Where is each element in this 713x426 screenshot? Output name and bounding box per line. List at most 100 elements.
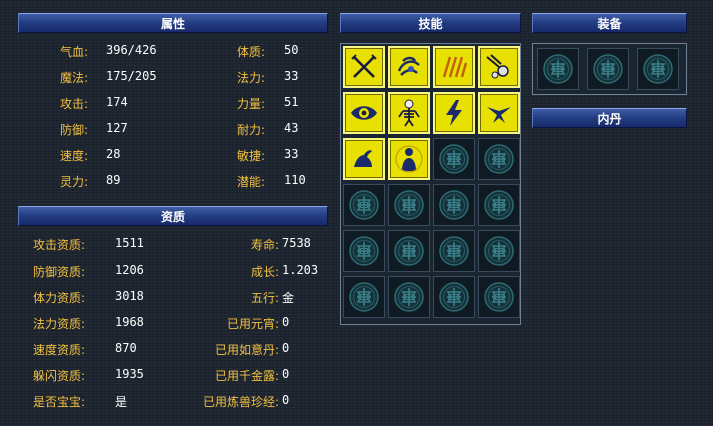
attr-value-mp: 175/205: [106, 69, 157, 83]
apt-label-qianjinlu: 已用千金露:: [214, 369, 279, 383]
lightning-icon: [438, 97, 470, 129]
skill-slot-empty[interactable]: [388, 184, 430, 226]
attr-label-defense: 防御:: [59, 123, 88, 137]
apt-label-lianshou: 已用炼兽珍经:: [202, 395, 279, 409]
skill-slot[interactable]: [433, 46, 475, 88]
apt-value-attack: 1511: [115, 236, 144, 250]
apt-label-defense: 防御资质:: [33, 265, 86, 279]
attr-label-speed: 速度:: [59, 149, 88, 163]
skill-slot-empty[interactable]: [478, 184, 520, 226]
equipment-grid: [532, 43, 687, 95]
empty-slot-emblem-icon: [483, 189, 515, 221]
attr-label-attack: 攻击:: [59, 97, 88, 111]
attr-value-hp: 396/426: [106, 43, 157, 57]
empty-slot-emblem-icon: [483, 143, 515, 175]
apt-value-element: 金: [282, 291, 295, 305]
empty-slot-emblem-icon: [438, 189, 470, 221]
empty-slot-emblem-icon: [393, 189, 425, 221]
empty-slot-emblem-icon: [592, 53, 624, 85]
empty-slot-emblem-icon: [438, 143, 470, 175]
empty-slot-emblem-icon: [438, 235, 470, 267]
skill-slot-empty[interactable]: [343, 230, 385, 272]
skill-slot-empty[interactable]: [433, 184, 475, 226]
attr-label-spirit: 灵力:: [59, 175, 88, 189]
attr-label-agility: 敏捷:: [236, 149, 265, 163]
eye-icon: [348, 97, 380, 129]
empty-slot-emblem-icon: [348, 281, 380, 313]
empty-slot-emblem-icon: [483, 235, 515, 267]
neidan-header: 内丹: [532, 108, 687, 128]
eagle-icon: [483, 97, 515, 129]
attr-label-magic: 法力:: [236, 71, 265, 85]
empty-slot-emblem-icon: [393, 281, 425, 313]
apt-value-dodge: 1935: [115, 367, 144, 381]
skill-slot-empty[interactable]: [433, 138, 475, 180]
skill-slot[interactable]: [388, 92, 430, 134]
skill-slot-empty[interactable]: [343, 276, 385, 318]
attr-value-constitution: 50: [284, 43, 299, 57]
skeleton-icon: [393, 97, 425, 129]
apt-value-ruyidan: 0: [282, 341, 290, 355]
attr-label-endurance: 耐力:: [236, 123, 265, 137]
skill-slot-empty[interactable]: [433, 276, 475, 318]
skill-slot-empty[interactable]: [478, 276, 520, 318]
skill-slot[interactable]: [388, 138, 430, 180]
apt-value-is-baby: 是: [115, 395, 128, 409]
spirit-figure-icon: [393, 143, 425, 175]
aptitude-header: 资质: [18, 206, 328, 226]
skills-grid: [340, 43, 521, 325]
equipment-slot[interactable]: [637, 48, 679, 90]
skill-slot-empty[interactable]: [433, 230, 475, 272]
whirlwind-icon: [393, 51, 425, 83]
empty-slot-emblem-icon: [438, 281, 470, 313]
skill-slot-empty[interactable]: [478, 230, 520, 272]
skill-slot[interactable]: [478, 46, 520, 88]
apt-value-magic: 1968: [115, 315, 144, 329]
empty-slot-emblem-icon: [348, 235, 380, 267]
crossed-swords-icon: [348, 51, 380, 83]
attr-value-attack: 174: [106, 95, 128, 109]
apt-value-stamina: 3018: [115, 289, 144, 303]
apt-label-magic: 法力资质:: [33, 317, 86, 331]
skill-slot[interactable]: [433, 92, 475, 134]
skill-slot[interactable]: [388, 46, 430, 88]
attr-value-endurance: 43: [284, 121, 299, 135]
apt-value-yuanxiao: 0: [282, 315, 290, 329]
claw-scratch-icon: [438, 51, 470, 83]
attr-value-defense: 127: [106, 121, 128, 135]
skill-slot[interactable]: [343, 92, 385, 134]
skill-slot-empty[interactable]: [388, 276, 430, 318]
skill-slot[interactable]: [478, 92, 520, 134]
apt-value-speed: 870: [115, 341, 137, 355]
meteor-icon: [483, 51, 515, 83]
apt-value-lifespan: 7538: [282, 236, 311, 250]
apt-label-speed: 速度资质:: [33, 343, 86, 357]
apt-label-attack: 攻击资质:: [33, 238, 86, 252]
skill-slot-empty[interactable]: [343, 184, 385, 226]
apt-value-qianjinlu: 0: [282, 367, 290, 381]
arm-strength-icon: [348, 143, 380, 175]
skill-slot[interactable]: [343, 46, 385, 88]
equipment-slot[interactable]: [587, 48, 629, 90]
equipment-slot[interactable]: [537, 48, 579, 90]
empty-slot-emblem-icon: [393, 235, 425, 267]
empty-slot-emblem-icon: [642, 53, 674, 85]
skill-slot-empty[interactable]: [388, 230, 430, 272]
apt-label-ruyidan: 已用如意丹:: [214, 343, 279, 357]
attr-label-mp: 魔法:: [59, 71, 88, 85]
attr-label-constitution: 体质:: [236, 45, 265, 59]
attr-label-hp: 气血:: [59, 45, 88, 59]
attributes-header: 属性: [18, 13, 328, 33]
skill-slot-empty[interactable]: [478, 138, 520, 180]
apt-label-element: 五行:: [250, 291, 279, 305]
apt-value-lianshou: 0: [282, 393, 290, 407]
apt-label-is-baby: 是否宝宝:: [33, 395, 86, 409]
apt-label-lifespan: 寿命:: [250, 238, 279, 252]
equipment-header: 装备: [532, 13, 687, 33]
apt-label-growth: 成长:: [250, 265, 279, 279]
apt-value-defense: 1206: [115, 263, 144, 277]
skill-slot[interactable]: [343, 138, 385, 180]
apt-label-yuanxiao: 已用元宵:: [226, 317, 279, 331]
attr-value-agility: 33: [284, 147, 299, 161]
apt-label-dodge: 躲闪资质:: [33, 369, 86, 383]
